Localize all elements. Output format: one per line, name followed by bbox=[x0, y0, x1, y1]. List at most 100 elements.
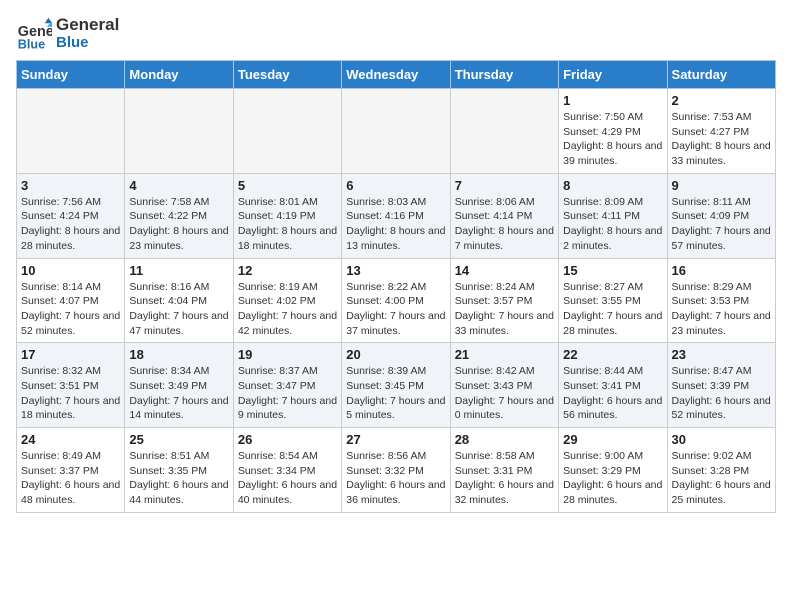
calendar-cell: 24 Sunrise: 8:49 AMSunset: 3:37 PMDayligh… bbox=[17, 428, 125, 513]
day-number: 13 bbox=[346, 263, 445, 278]
day-number: 18 bbox=[129, 347, 228, 362]
calendar-cell: 10 Sunrise: 8:14 AMSunset: 4:07 PMDayligh… bbox=[17, 258, 125, 343]
day-info: Sunrise: 8:47 AMSunset: 3:39 PMDaylight:… bbox=[672, 364, 771, 423]
calendar-cell: 13 Sunrise: 8:22 AMSunset: 4:00 PMDayligh… bbox=[342, 258, 450, 343]
day-number: 12 bbox=[238, 263, 337, 278]
calendar-week-5: 24 Sunrise: 8:49 AMSunset: 3:37 PMDayligh… bbox=[17, 428, 776, 513]
weekday-header-friday: Friday bbox=[559, 61, 667, 89]
day-info: Sunrise: 7:56 AMSunset: 4:24 PMDaylight:… bbox=[21, 195, 120, 254]
calendar-cell: 5 Sunrise: 8:01 AMSunset: 4:19 PMDaylight… bbox=[233, 173, 341, 258]
day-info: Sunrise: 8:03 AMSunset: 4:16 PMDaylight:… bbox=[346, 195, 445, 254]
calendar-cell: 3 Sunrise: 7:56 AMSunset: 4:24 PMDaylight… bbox=[17, 173, 125, 258]
day-info: Sunrise: 8:19 AMSunset: 4:02 PMDaylight:… bbox=[238, 280, 337, 339]
day-info: Sunrise: 7:50 AMSunset: 4:29 PMDaylight:… bbox=[563, 110, 662, 169]
svg-text:Blue: Blue bbox=[18, 37, 45, 51]
day-number: 28 bbox=[455, 432, 554, 447]
calendar-cell: 26 Sunrise: 8:54 AMSunset: 3:34 PMDayligh… bbox=[233, 428, 341, 513]
weekday-header-tuesday: Tuesday bbox=[233, 61, 341, 89]
day-info: Sunrise: 7:53 AMSunset: 4:27 PMDaylight:… bbox=[672, 110, 771, 169]
day-number: 23 bbox=[672, 347, 771, 362]
calendar-cell bbox=[342, 89, 450, 174]
day-info: Sunrise: 8:49 AMSunset: 3:37 PMDaylight:… bbox=[21, 449, 120, 508]
calendar-cell bbox=[17, 89, 125, 174]
calendar-cell: 8 Sunrise: 8:09 AMSunset: 4:11 PMDaylight… bbox=[559, 173, 667, 258]
header: General Blue General Blue bbox=[16, 16, 776, 52]
day-number: 6 bbox=[346, 178, 445, 193]
calendar-cell: 9Sunrise: 8:11 AMSunset: 4:09 PMDaylight… bbox=[667, 173, 775, 258]
day-info: Sunrise: 8:27 AMSunset: 3:55 PMDaylight:… bbox=[563, 280, 662, 339]
day-info: Sunrise: 8:24 AMSunset: 3:57 PMDaylight:… bbox=[455, 280, 554, 339]
calendar-cell: 15 Sunrise: 8:27 AMSunset: 3:55 PMDayligh… bbox=[559, 258, 667, 343]
day-number: 5 bbox=[238, 178, 337, 193]
logo-text-line1: General bbox=[56, 16, 119, 35]
day-number: 29 bbox=[563, 432, 662, 447]
day-number: 26 bbox=[238, 432, 337, 447]
day-number: 25 bbox=[129, 432, 228, 447]
day-info: Sunrise: 8:09 AMSunset: 4:11 PMDaylight:… bbox=[563, 195, 662, 254]
calendar-cell: 19 Sunrise: 8:37 AMSunset: 3:47 PMDayligh… bbox=[233, 343, 341, 428]
calendar-week-1: 1 Sunrise: 7:50 AMSunset: 4:29 PMDaylight… bbox=[17, 89, 776, 174]
day-number: 4 bbox=[129, 178, 228, 193]
day-number: 7 bbox=[455, 178, 554, 193]
day-info: Sunrise: 8:22 AMSunset: 4:00 PMDaylight:… bbox=[346, 280, 445, 339]
calendar-week-4: 17 Sunrise: 8:32 AMSunset: 3:51 PMDayligh… bbox=[17, 343, 776, 428]
calendar-cell: 18Sunrise: 8:34 AMSunset: 3:49 PMDayligh… bbox=[125, 343, 233, 428]
calendar-cell: 11 Sunrise: 8:16 AMSunset: 4:04 PMDayligh… bbox=[125, 258, 233, 343]
weekday-header-wednesday: Wednesday bbox=[342, 61, 450, 89]
calendar-cell bbox=[233, 89, 341, 174]
day-info: Sunrise: 8:32 AMSunset: 3:51 PMDaylight:… bbox=[21, 364, 120, 423]
day-number: 1 bbox=[563, 93, 662, 108]
weekday-header-thursday: Thursday bbox=[450, 61, 558, 89]
day-info: Sunrise: 9:00 AMSunset: 3:29 PMDaylight:… bbox=[563, 449, 662, 508]
day-info: Sunrise: 8:54 AMSunset: 3:34 PMDaylight:… bbox=[238, 449, 337, 508]
calendar-cell: 14Sunrise: 8:24 AMSunset: 3:57 PMDayligh… bbox=[450, 258, 558, 343]
weekday-header-saturday: Saturday bbox=[667, 61, 775, 89]
day-info: Sunrise: 8:14 AMSunset: 4:07 PMDaylight:… bbox=[21, 280, 120, 339]
day-info: Sunrise: 8:39 AMSunset: 3:45 PMDaylight:… bbox=[346, 364, 445, 423]
calendar-cell: 23 Sunrise: 8:47 AMSunset: 3:39 PMDayligh… bbox=[667, 343, 775, 428]
day-number: 15 bbox=[563, 263, 662, 278]
logo-icon: General Blue bbox=[16, 16, 52, 52]
calendar-cell: 7 Sunrise: 8:06 AMSunset: 4:14 PMDaylight… bbox=[450, 173, 558, 258]
calendar-cell: 6 Sunrise: 8:03 AMSunset: 4:16 PMDaylight… bbox=[342, 173, 450, 258]
day-number: 22 bbox=[563, 347, 662, 362]
day-info: Sunrise: 8:56 AMSunset: 3:32 PMDaylight:… bbox=[346, 449, 445, 508]
calendar-cell: 27 Sunrise: 8:56 AMSunset: 3:32 PMDayligh… bbox=[342, 428, 450, 513]
day-number: 2 bbox=[672, 93, 771, 108]
day-number: 16 bbox=[672, 263, 771, 278]
day-number: 11 bbox=[129, 263, 228, 278]
day-number: 20 bbox=[346, 347, 445, 362]
day-info: Sunrise: 8:01 AMSunset: 4:19 PMDaylight:… bbox=[238, 195, 337, 254]
day-number: 10 bbox=[21, 263, 120, 278]
day-number: 24 bbox=[21, 432, 120, 447]
day-number: 3 bbox=[21, 178, 120, 193]
day-number: 30 bbox=[672, 432, 771, 447]
day-number: 8 bbox=[563, 178, 662, 193]
day-info: Sunrise: 9:02 AMSunset: 3:28 PMDaylight:… bbox=[672, 449, 771, 508]
calendar-cell: 25Sunrise: 8:51 AMSunset: 3:35 PMDayligh… bbox=[125, 428, 233, 513]
day-number: 19 bbox=[238, 347, 337, 362]
day-info: Sunrise: 8:44 AMSunset: 3:41 PMDaylight:… bbox=[563, 364, 662, 423]
day-number: 17 bbox=[21, 347, 120, 362]
day-info: Sunrise: 8:58 AMSunset: 3:31 PMDaylight:… bbox=[455, 449, 554, 508]
day-number: 9 bbox=[672, 178, 771, 193]
calendar-cell: 1 Sunrise: 7:50 AMSunset: 4:29 PMDaylight… bbox=[559, 89, 667, 174]
calendar-cell: 29 Sunrise: 9:00 AMSunset: 3:29 PMDayligh… bbox=[559, 428, 667, 513]
calendar-cell: 2 Sunrise: 7:53 AMSunset: 4:27 PMDaylight… bbox=[667, 89, 775, 174]
weekday-header-sunday: Sunday bbox=[17, 61, 125, 89]
calendar-cell: 22 Sunrise: 8:44 AMSunset: 3:41 PMDayligh… bbox=[559, 343, 667, 428]
weekday-header-monday: Monday bbox=[125, 61, 233, 89]
calendar-cell: 28 Sunrise: 8:58 AMSunset: 3:31 PMDayligh… bbox=[450, 428, 558, 513]
calendar-cell: 20 Sunrise: 8:39 AMSunset: 3:45 PMDayligh… bbox=[342, 343, 450, 428]
weekday-header-row: SundayMondayTuesdayWednesdayThursdayFrid… bbox=[17, 61, 776, 89]
calendar-cell bbox=[450, 89, 558, 174]
day-info: Sunrise: 8:29 AMSunset: 3:53 PMDaylight:… bbox=[672, 280, 771, 339]
day-info: Sunrise: 8:06 AMSunset: 4:14 PMDaylight:… bbox=[455, 195, 554, 254]
day-number: 27 bbox=[346, 432, 445, 447]
calendar-week-3: 10 Sunrise: 8:14 AMSunset: 4:07 PMDayligh… bbox=[17, 258, 776, 343]
calendar-cell: 16 Sunrise: 8:29 AMSunset: 3:53 PMDayligh… bbox=[667, 258, 775, 343]
day-number: 21 bbox=[455, 347, 554, 362]
day-info: Sunrise: 8:16 AMSunset: 4:04 PMDaylight:… bbox=[129, 280, 228, 339]
calendar-cell: 30 Sunrise: 9:02 AMSunset: 3:28 PMDayligh… bbox=[667, 428, 775, 513]
day-info: Sunrise: 8:37 AMSunset: 3:47 PMDaylight:… bbox=[238, 364, 337, 423]
